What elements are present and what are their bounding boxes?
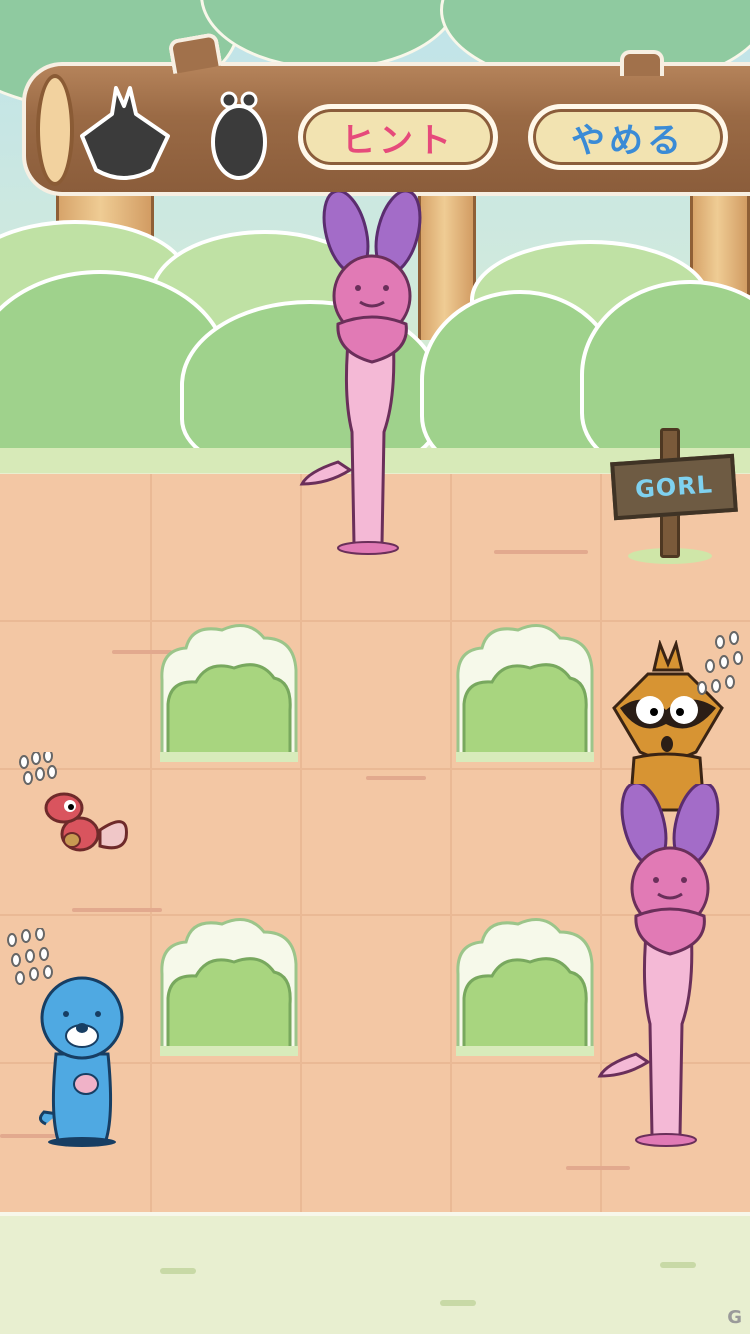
grass-tuft bbox=[660, 1262, 696, 1268]
watermark-logo: G bbox=[727, 1307, 742, 1328]
grid-line bbox=[450, 474, 452, 1214]
raccoon-silhouette-icon bbox=[80, 86, 170, 180]
ground-crack bbox=[494, 550, 588, 554]
canopy-leaves bbox=[200, 0, 460, 70]
quit-button[interactable]: やめる bbox=[528, 104, 728, 170]
blue-seal-character[interactable] bbox=[36, 974, 128, 1150]
chipmunk-character[interactable] bbox=[40, 790, 132, 854]
pink-rabbit-character[interactable] bbox=[298, 192, 438, 562]
sweat-drops-icon bbox=[7, 928, 53, 985]
sweat-drops-icon bbox=[697, 631, 743, 695]
ground-crack bbox=[366, 776, 426, 780]
chipmunk-silhouette-icon bbox=[211, 91, 267, 180]
grass-tuft bbox=[160, 1268, 196, 1274]
grid-line bbox=[0, 620, 750, 622]
bush-obstacle bbox=[456, 918, 594, 1056]
sweat-drops-icon bbox=[19, 752, 57, 785]
grid-line bbox=[300, 474, 302, 1214]
bottom-grass bbox=[0, 1212, 750, 1334]
bush-obstacle bbox=[160, 624, 298, 762]
goal-sign: GORL bbox=[610, 453, 738, 521]
log-branch bbox=[620, 50, 664, 76]
pink-rabbit-character[interactable] bbox=[596, 784, 736, 1154]
grass-tuft bbox=[440, 1300, 476, 1306]
ground-crack bbox=[72, 908, 162, 912]
hint-button[interactable]: ヒント bbox=[298, 104, 498, 170]
bush-obstacle bbox=[160, 918, 298, 1056]
bush-obstacle bbox=[456, 624, 594, 762]
log-end-cap bbox=[36, 74, 74, 186]
grid-line bbox=[150, 474, 152, 1214]
ground-crack bbox=[566, 1166, 630, 1170]
